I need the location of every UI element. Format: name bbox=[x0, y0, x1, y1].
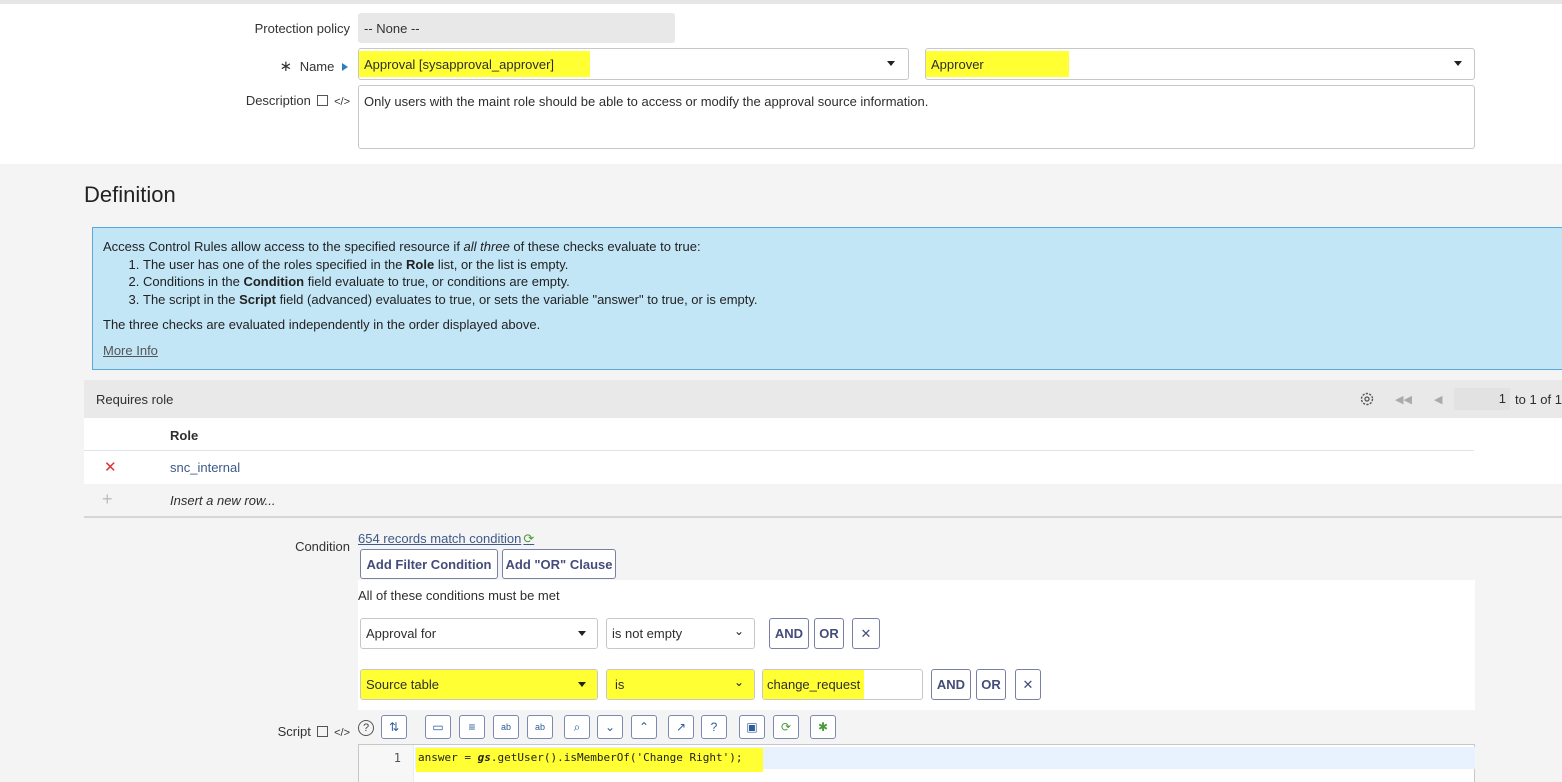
name-field-select[interactable]: Approver bbox=[925, 48, 1475, 80]
first-page-icon[interactable]: ◀◀ bbox=[1395, 393, 1412, 406]
search-icon[interactable]: ⌕ bbox=[564, 715, 590, 739]
protection-policy-value: -- None -- bbox=[364, 20, 420, 36]
chevron-down-icon[interactable]: ⌄ bbox=[734, 675, 744, 689]
close-icon: ✕ bbox=[1022, 676, 1034, 692]
page-range: to 1 of 1 bbox=[1515, 391, 1562, 407]
protection-policy-field: -- None -- bbox=[358, 13, 675, 43]
info-item-1: The user has one of the roles specified … bbox=[143, 256, 1561, 274]
name-table-select[interactable]: Approval [sysapproval_approver] bbox=[358, 48, 909, 80]
chevron-down-icon[interactable]: ⌄ bbox=[734, 624, 744, 638]
chevron-down-icon[interactable] bbox=[578, 682, 586, 687]
add-or-clause-button[interactable]: Add "OR" Clause bbox=[502, 549, 616, 579]
remove-condition-button[interactable]: ✕ bbox=[852, 618, 880, 649]
reference-arrow-icon[interactable] bbox=[342, 63, 348, 71]
protection-policy-label: Protection policy bbox=[254, 21, 350, 36]
info-intro: Access Control Rules allow access to the… bbox=[103, 239, 701, 254]
previous-page-icon[interactable]: ◀ bbox=[1434, 393, 1442, 406]
insert-row[interactable]: + Insert a new row... bbox=[84, 484, 1562, 516]
script-editor[interactable]: 1 answer = gs.getUser().isMemberOf('Chan… bbox=[358, 744, 1475, 782]
code-icon[interactable]: </> bbox=[334, 727, 350, 739]
and-button[interactable]: AND bbox=[769, 618, 809, 649]
roles-table: Role ✕ snc_internal + Insert a new row..… bbox=[84, 418, 1562, 518]
add-filter-condition-button[interactable]: Add Filter Condition bbox=[360, 549, 498, 579]
requires-role-title: Requires role bbox=[96, 391, 174, 407]
code-icon[interactable]: </> bbox=[334, 96, 350, 108]
script-label-row: Script </> bbox=[200, 724, 350, 739]
refresh-icon[interactable]: ⟳ bbox=[523, 531, 534, 546]
delete-row-icon[interactable]: ✕ bbox=[104, 458, 117, 476]
script-code-line: answer = gs.getUser().isMemberOf('Change… bbox=[416, 748, 763, 772]
page-number-input[interactable]: 1 bbox=[1454, 388, 1510, 410]
chevron-down-icon[interactable] bbox=[578, 631, 586, 636]
script-label: Script bbox=[277, 724, 311, 739]
name-label: Name bbox=[299, 59, 335, 74]
requires-role-header: Requires role ◀◀ ◀ 1 to 1 of 1 bbox=[84, 380, 1562, 418]
name-label-row: ∗ Name bbox=[200, 57, 348, 75]
help-icon[interactable]: ? bbox=[358, 720, 374, 736]
definition-title: Definition bbox=[84, 182, 176, 207]
condition-field-select[interactable]: Approval for bbox=[360, 618, 598, 649]
description-textarea[interactable]: Only users with the maint role should be… bbox=[358, 85, 1475, 149]
line-gutter: 1 bbox=[359, 745, 414, 782]
description-label-row: Description </> bbox=[200, 93, 350, 108]
more-info-link[interactable]: More Info bbox=[103, 343, 158, 358]
or-button[interactable]: OR bbox=[814, 618, 844, 649]
condition-operator-select[interactable]: is not empty bbox=[606, 618, 755, 649]
chevron-down-icon[interactable]: ⌄ bbox=[597, 715, 623, 739]
bug-icon[interactable]: ✱ bbox=[810, 715, 836, 739]
condition-operator-select[interactable]: is bbox=[606, 669, 755, 700]
required-mark: ∗ bbox=[279, 58, 293, 75]
condition-field-select[interactable]: Source table bbox=[360, 669, 598, 700]
column-header-role[interactable]: Role bbox=[170, 428, 198, 443]
info-item-3: The script in the Script field (advanced… bbox=[143, 291, 1561, 309]
condition-label: Condition bbox=[295, 539, 350, 554]
replace-icon[interactable]: ab bbox=[493, 715, 519, 739]
chevron-up-icon[interactable]: ⌃ bbox=[631, 715, 657, 739]
description-label: Description bbox=[245, 93, 311, 108]
chevron-down-icon[interactable] bbox=[1454, 61, 1462, 66]
table-row[interactable]: ✕ snc_internal bbox=[84, 451, 1474, 483]
fullscreen-icon[interactable]: ↗ bbox=[668, 715, 694, 739]
remove-condition-button[interactable]: ✕ bbox=[1015, 669, 1041, 700]
condition-builder: All of these conditions must be met Appr… bbox=[358, 580, 1475, 710]
gear-icon[interactable] bbox=[1359, 391, 1375, 407]
close-icon: ✕ bbox=[860, 625, 872, 641]
description-value: Only users with the maint role should be… bbox=[364, 94, 929, 109]
info-box: Access Control Rules allow access to the… bbox=[92, 227, 1562, 370]
chevron-down-icon[interactable] bbox=[887, 61, 895, 66]
role-link[interactable]: snc_internal bbox=[170, 460, 240, 475]
comment-icon[interactable]: ▭ bbox=[425, 715, 451, 739]
name-table-value: Approval [sysapproval_approver] bbox=[359, 51, 591, 77]
info-list: The user has one of the roles specified … bbox=[143, 256, 1561, 309]
records-match-link[interactable]: 654 records match condition ⟳ bbox=[358, 531, 534, 547]
save-icon[interactable] bbox=[317, 95, 329, 106]
insert-row-label: Insert a new row... bbox=[170, 493, 276, 508]
or-button[interactable]: OR bbox=[976, 669, 1006, 700]
save-icon[interactable] bbox=[317, 726, 329, 737]
save-script-icon[interactable]: ▣ bbox=[739, 715, 765, 739]
condition-value-input[interactable]: change_request bbox=[762, 669, 923, 700]
script-debug-icon[interactable]: ⟳ bbox=[773, 715, 799, 739]
format-code-icon[interactable]: ≡ bbox=[459, 715, 485, 739]
all-conditions-text: All of these conditions must be met bbox=[358, 588, 560, 603]
toggle-syntax-icon[interactable]: ⇅ bbox=[381, 715, 407, 739]
line-number: 1 bbox=[393, 751, 401, 765]
name-field-value: Approver bbox=[926, 51, 1069, 77]
plus-icon: + bbox=[102, 489, 113, 509]
info-item-2: Conditions in the Condition field evalua… bbox=[143, 273, 1561, 291]
replace-all-icon[interactable]: ab bbox=[527, 715, 553, 739]
info-footer: The three checks are evaluated independe… bbox=[103, 317, 541, 332]
question-icon[interactable]: ? bbox=[701, 715, 727, 739]
and-button[interactable]: AND bbox=[931, 669, 971, 700]
